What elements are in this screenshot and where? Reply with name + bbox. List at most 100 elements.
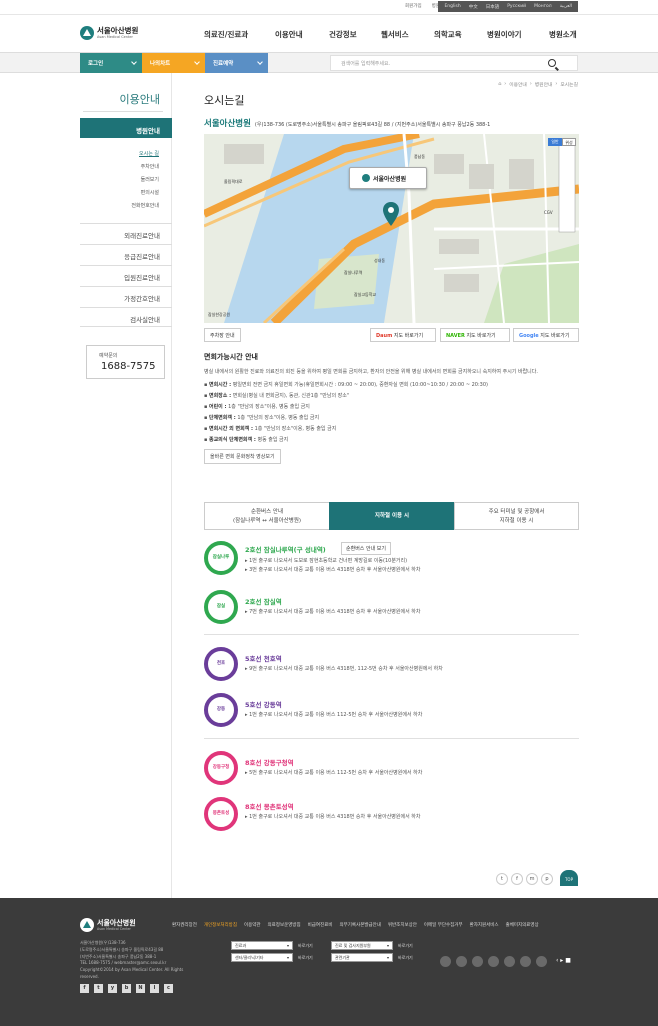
facebook-icon[interactable]: f [80, 984, 89, 993]
nav-story[interactable]: 병원이야기 [487, 29, 549, 40]
home-icon[interactable]: ⌂ [498, 82, 501, 87]
tab-shuttle[interactable]: 순환버스 안내 (잠실나루역 ↔ 서울아산병원) [204, 502, 330, 530]
search-input[interactable]: 검색어를 입력해주세요. [330, 55, 578, 71]
breadcrumb-item[interactable]: 병원안내 [535, 81, 553, 88]
station-item: 잠실 2호선 잠실역 ▸ 7번 출구로 나오셔서 대중 교통 이용 버스 431… [204, 590, 579, 630]
naver-map-button[interactable]: NAVER 지도 바로가기 [440, 328, 510, 342]
go-button[interactable]: 바로가기 [398, 955, 413, 961]
map-type-satellite[interactable]: 위성 [562, 138, 576, 146]
naver-icon[interactable]: N [136, 984, 145, 993]
side-nav-active-item[interactable]: 병원안내 [80, 118, 172, 138]
signup-link[interactable]: 회원가입 [405, 3, 422, 9]
lang-english[interactable]: English [444, 4, 460, 9]
footer-link-privacy[interactable]: 개인정보처리방침 [204, 922, 237, 928]
map-type-normal[interactable]: 일반 [548, 138, 562, 146]
twitter-icon[interactable]: t [496, 873, 508, 885]
map-graphic [204, 134, 579, 323]
nav-doctors[interactable]: 의료진/진료과 [204, 29, 275, 40]
support-select[interactable]: 진료 및 검사지원부원 ▾ [331, 941, 393, 950]
side-item-emergency[interactable]: 응급진료안내 [80, 244, 172, 264]
footer-link[interactable]: 환자권리장전 [172, 922, 197, 928]
dept-select[interactable]: 진료과 ▾ [231, 941, 293, 950]
link-icon[interactable]: l [150, 984, 159, 993]
lang-russian[interactable]: Русский [507, 4, 526, 9]
station-desc: ▸ 3번 출구로 나오셔서 대중 교통 이용 버스 4318번 승차 후 서울아… [245, 567, 421, 573]
search-button[interactable] [548, 57, 566, 67]
search-icon [548, 59, 556, 67]
daum-map-button[interactable]: Daum 지도 바로가기 [370, 328, 436, 342]
login-dropdown[interactable]: 로그인 [80, 53, 142, 73]
mail-icon[interactable]: m [526, 873, 538, 885]
logo-icon [362, 174, 370, 182]
lang-japanese[interactable]: 日本語 [486, 4, 500, 10]
certification-icon [456, 956, 467, 967]
reserve-label: 진료예약 [213, 61, 234, 67]
footer-link[interactable]: 환자지원서비스 [470, 922, 499, 928]
station-name: 8호선 몽촌토성역 [245, 803, 294, 811]
side-sub-parking[interactable]: 주차안내 [141, 163, 159, 170]
lang-mongolian[interactable]: Монгол [534, 4, 552, 9]
visit-line: ▪ 면회시간 외 면회객 : 1층 "만남의 장소"이용, 병동 출입 금지 [204, 426, 337, 432]
google-map-button[interactable]: Google 지도 바로가기 [513, 328, 579, 342]
tab-terminal[interactable]: 주요 터미널 및 공항에서 지하철 이용 시 [454, 502, 579, 530]
tab-subway[interactable]: 지하철 이용 시 [329, 502, 455, 530]
footer-link[interactable]: 의료정보운영방침 [268, 922, 301, 928]
footer-link[interactable]: 출체미지의료영상 [506, 922, 539, 928]
certification-icon [520, 956, 531, 967]
nav-education[interactable]: 의학교육 [434, 29, 487, 40]
shuttle-info-button[interactable]: 순환버스 안내 보기 [341, 542, 391, 555]
main-nav: 의료진/진료과 이용안내 건강정보 웹서비스 의학교육 병원이야기 병원소개 [204, 29, 589, 40]
logo-icon [80, 26, 94, 40]
side-item-lab[interactable]: 검사실안내 [80, 307, 172, 327]
side-item-outpatient[interactable]: 외래진료안내 [80, 223, 172, 243]
nav-health[interactable]: 건강정보 [329, 29, 381, 40]
side-sub-phone[interactable]: 전화번호안내 [131, 202, 159, 209]
footer-link[interactable]: 이용약관 [244, 922, 261, 928]
go-button[interactable]: 바로가기 [298, 955, 313, 961]
chevron-down-icon [131, 59, 137, 65]
station-item: 잠실나루 2호선 잠실나루역(구 성내역) 순환버스 안내 보기 ▸ 1번 출구… [204, 541, 579, 581]
site-logo[interactable]: 서울아산병원 Asan Medical Center [80, 26, 138, 40]
map-place: 잠실고등학교 [354, 292, 377, 297]
side-item-homecare[interactable]: 가정간호안내 [80, 286, 172, 306]
nav-guide[interactable]: 이용안내 [275, 29, 329, 40]
twitter-icon[interactable]: t [94, 984, 103, 993]
print-icon[interactable]: p [541, 873, 553, 885]
side-sub-directions[interactable]: 오시는 길 [139, 150, 159, 157]
center-select[interactable]: 센터/클리닉/기타 ▾ [231, 953, 293, 962]
lang-chinese[interactable]: 中文 [469, 4, 478, 10]
footer-link[interactable]: 의무기록사본발급안내 [340, 922, 381, 928]
hospital-name: 서울아산병원 [204, 119, 251, 129]
go-button[interactable]: 바로가기 [398, 943, 413, 949]
footer-link[interactable]: 비급여진료비 [308, 922, 333, 928]
visiting-intro: 병실 내에서의 원활한 진료와 의료진의 회진 등을 위하여 평일 면회를 금지… [204, 369, 538, 375]
side-sub-facilities[interactable]: 편의시설 [141, 189, 159, 196]
side-item-inpatient[interactable]: 입원진료안내 [80, 265, 172, 285]
video-button[interactable]: 올바른 면회 문화정착 영상보기 [204, 449, 281, 464]
footer-link[interactable]: 위반조치보상안 [388, 922, 417, 928]
language-bar: English 中文 日本語 Русский Монгол العربية [438, 1, 578, 12]
youtube-icon[interactable]: y [108, 984, 117, 993]
station-item: 몽촌토성 8호선 몽촌토성역 ▸ 1번 출구로 나오셔서 대중 교통 이용 버스… [204, 797, 579, 837]
cafe-icon[interactable]: c [164, 984, 173, 993]
footer-link[interactable]: 이메일 무단수집거부 [424, 922, 463, 928]
go-button[interactable]: 바로가기 [298, 943, 313, 949]
breadcrumb-item[interactable]: 이용안내 [509, 81, 527, 88]
nav-webservice[interactable]: 웹서비스 [381, 29, 434, 40]
facebook-icon[interactable]: f [511, 873, 523, 885]
mychart-dropdown[interactable]: 나의차트 [142, 53, 205, 73]
line-circle: 잠실 [204, 590, 238, 624]
location-map[interactable]: 일반 위성 서울아산병원 풍납동 성내동 잠실나루역 잠실고등학교 올림픽대로 … [204, 134, 579, 323]
scroll-top-button[interactable]: TOP [560, 870, 578, 886]
transport-tabs: 순환버스 안내 (잠실나루역 ↔ 서울아산병원) 지하철 이용 시 주요 터미널… [204, 502, 579, 530]
related-select[interactable]: 관련기관 ▾ [331, 953, 393, 962]
reserve-dropdown[interactable]: 진료예약 [205, 53, 268, 73]
breadcrumb-item[interactable]: 오시는길 [560, 81, 578, 88]
lang-arabic[interactable]: العربية [560, 4, 572, 9]
side-sub-tour[interactable]: 둘러보기 [141, 176, 159, 183]
cert-nav[interactable]: ‹ ▸ ■ [556, 957, 571, 964]
map-place: CGV [544, 210, 553, 215]
nav-about[interactable]: 병원소개 [549, 29, 589, 40]
blog-icon[interactable]: b [122, 984, 131, 993]
parking-info-button[interactable]: 주차장 안내 [204, 328, 241, 342]
